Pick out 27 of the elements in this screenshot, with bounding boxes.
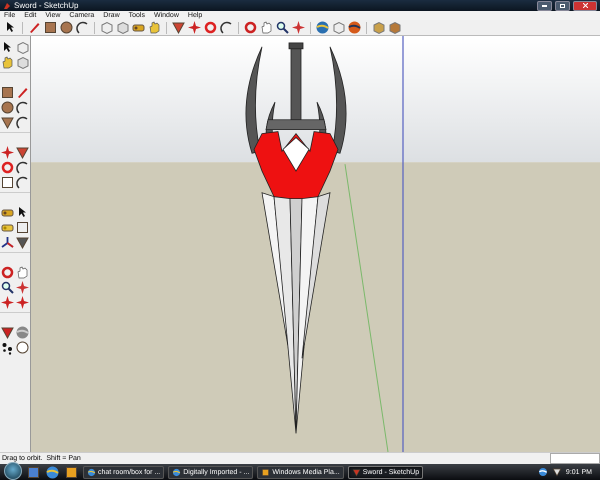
close-button[interactable] bbox=[573, 0, 597, 10]
polygon-icon[interactable] bbox=[0, 115, 15, 130]
circle-icon[interactable] bbox=[0, 100, 15, 115]
circle-icon[interactable] bbox=[59, 20, 74, 35]
window-title: Sword - SketchUp bbox=[14, 1, 78, 10]
walk-footprints-icon[interactable] bbox=[0, 340, 15, 355]
pencil-icon[interactable] bbox=[15, 85, 30, 100]
arc-icon[interactable] bbox=[15, 100, 30, 115]
axes-icon[interactable] bbox=[0, 235, 15, 250]
rectangle-icon[interactable] bbox=[0, 85, 15, 100]
close-icon bbox=[582, 3, 588, 8]
pan-hand-icon[interactable] bbox=[15, 265, 30, 280]
arc-icon[interactable] bbox=[75, 20, 90, 35]
measurements-field[interactable] bbox=[550, 453, 600, 464]
freehand-icon[interactable] bbox=[15, 115, 30, 130]
minimize-button[interactable] bbox=[537, 0, 552, 10]
rectangle-icon[interactable] bbox=[43, 20, 58, 35]
minimize-icon bbox=[542, 4, 547, 6]
browser-icon bbox=[172, 468, 182, 476]
browser-icon[interactable] bbox=[45, 464, 60, 480]
globe-icon[interactable] bbox=[347, 20, 362, 35]
maximize-icon bbox=[560, 4, 565, 8]
zoom-icon[interactable] bbox=[275, 20, 290, 35]
zoom-icon[interactable] bbox=[0, 280, 15, 295]
pan-hand-icon[interactable] bbox=[259, 20, 274, 35]
browser-icon bbox=[87, 468, 96, 476]
maximize-button[interactable] bbox=[555, 0, 570, 10]
